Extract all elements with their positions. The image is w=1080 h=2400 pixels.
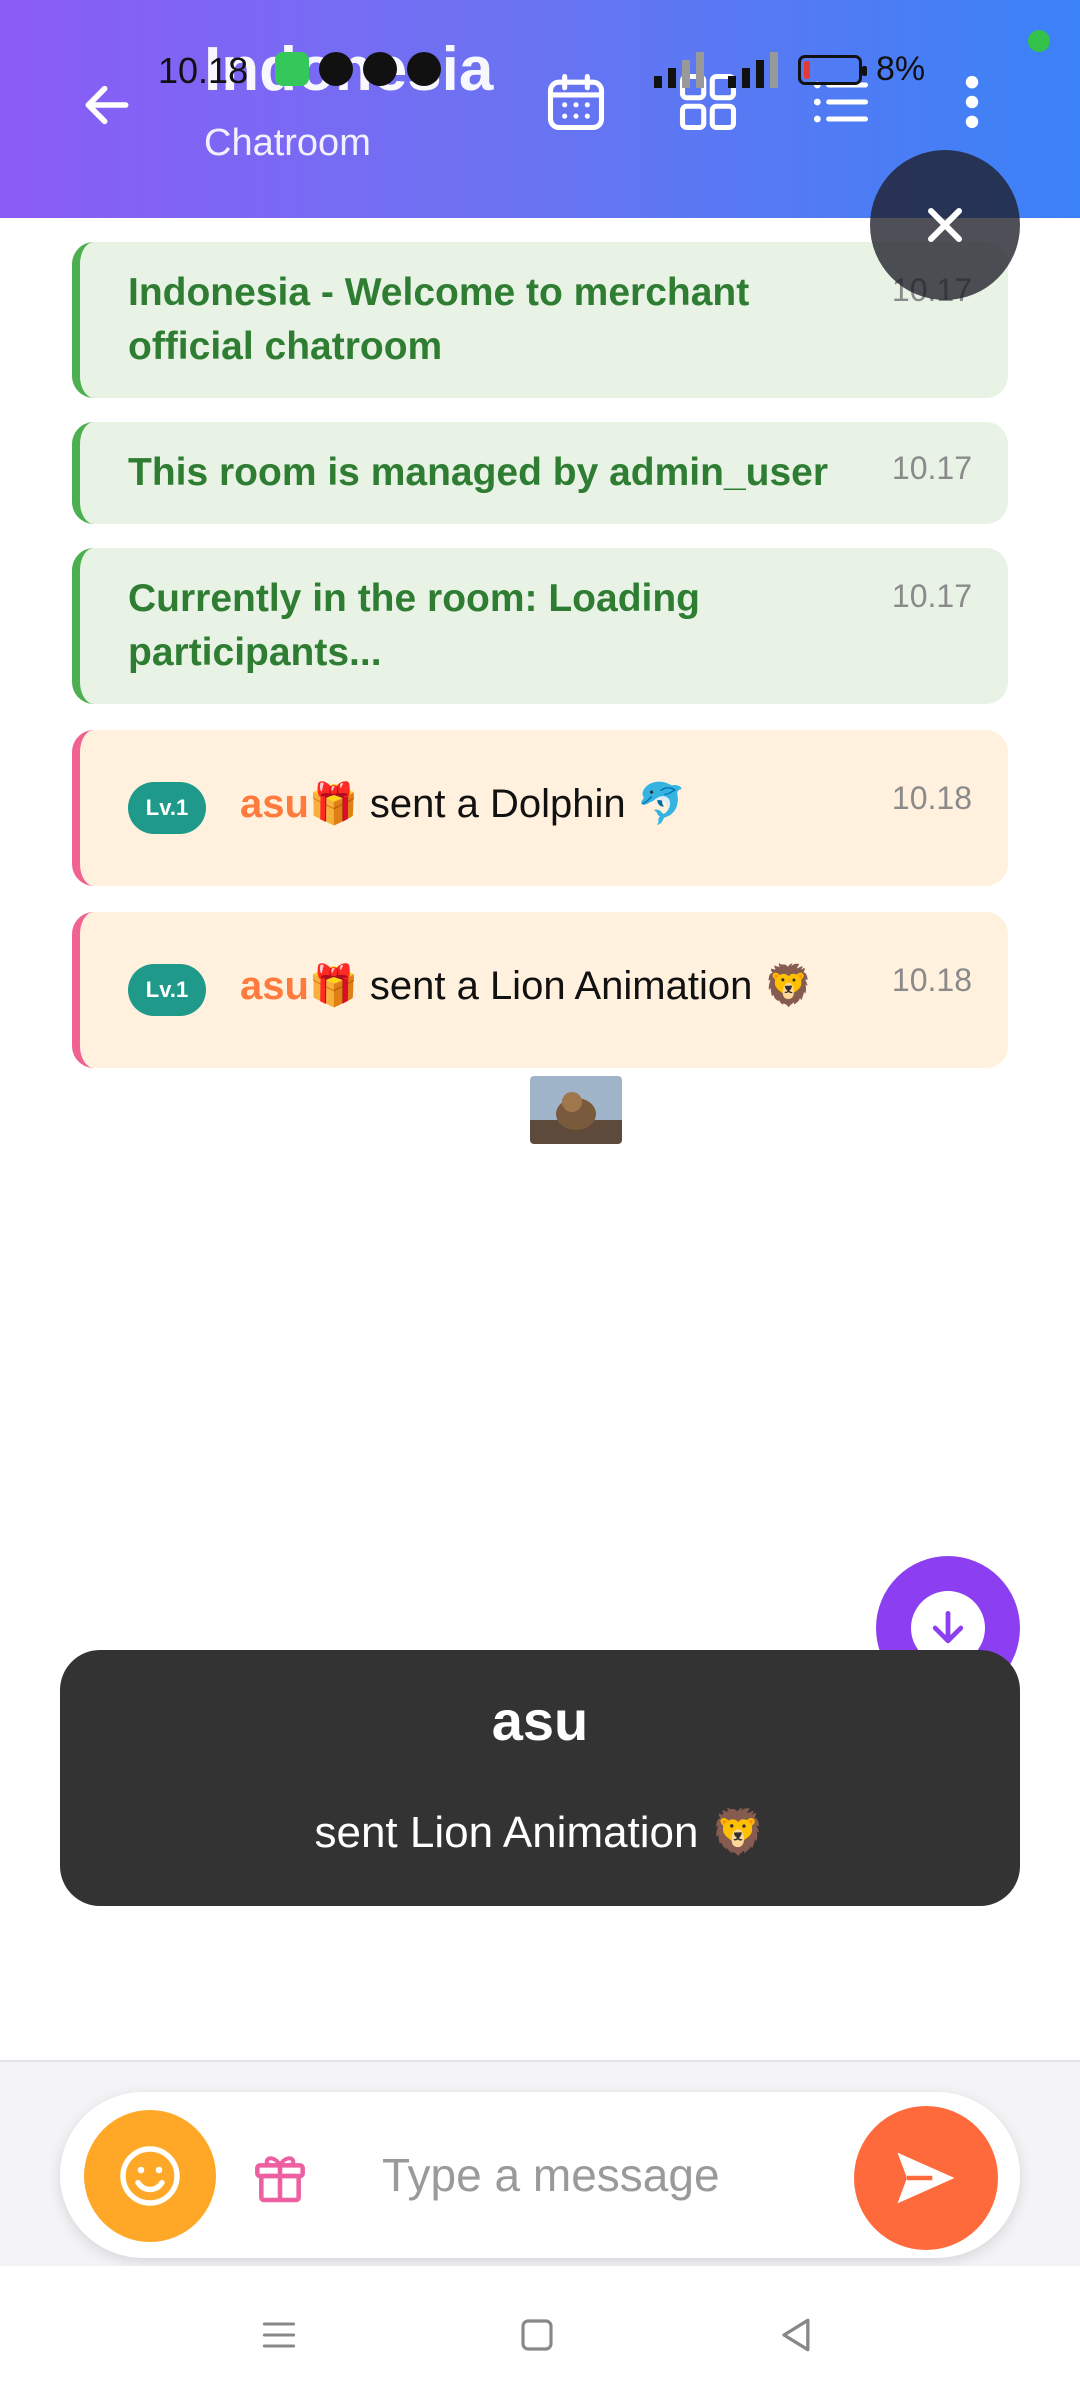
system-message: This room is managed by admin_user 10.17: [72, 422, 1008, 524]
back-triangle-icon: [782, 2318, 810, 2352]
battery-level: 8%: [876, 50, 926, 88]
chatroom-screen: Indonesia Chatroom: [0, 0, 1080, 2400]
gift-message: Lv.1 asu🎁 sent a Dolphin 🐬 10.18: [72, 730, 1008, 886]
message-text: This room is managed by admin_user: [128, 451, 829, 494]
recent-apps-button[interactable]: [244, 2300, 314, 2370]
notification-icons: [275, 52, 441, 86]
notification-icon: [319, 52, 353, 86]
message-time: 10.18: [891, 780, 972, 816]
lion-animation-image: [530, 1076, 622, 1144]
gift-message: Lv.1 asu🎁 sent a Lion Animation 🦁 10.18: [72, 912, 1008, 1068]
gift-toast: asu sent Lion Animation 🦁: [60, 1650, 1020, 1906]
emoji-button[interactable]: [84, 2110, 216, 2242]
message-text: Currently in the room: Loading participa…: [128, 577, 700, 674]
signal-icon: [654, 51, 704, 88]
system-icons: 8%: [650, 50, 925, 89]
gift-text: asu🎁 sent a Dolphin 🐬: [240, 780, 687, 827]
battery-icon: [798, 54, 867, 85]
system-navigation-bar: [0, 2266, 1080, 2400]
notification-icon: [363, 52, 397, 86]
close-icon: [928, 208, 962, 242]
level-badge: Lv.1: [128, 964, 206, 1016]
home-square-icon: [521, 2319, 553, 2351]
gift-button[interactable]: [242, 2138, 318, 2214]
arrow-down-icon: [932, 1610, 964, 1644]
system-message: Currently in the room: Loading participa…: [72, 548, 1008, 704]
signal-icon: [728, 51, 778, 88]
close-button[interactable]: [870, 150, 1020, 300]
menu-icon: [262, 2322, 296, 2348]
send-icon: [897, 2152, 955, 2204]
gift-action: sent a Dolphin 🐬: [369, 782, 687, 826]
privacy-indicator: [1028, 30, 1050, 52]
message-notification-icon: [275, 52, 309, 86]
username[interactable]: asu🎁: [240, 964, 359, 1008]
home-button[interactable]: [502, 2300, 572, 2370]
message-composer: [0, 2060, 1080, 2266]
send-button[interactable]: [854, 2106, 998, 2250]
notification-icon: [407, 52, 441, 86]
gift-action: sent a Lion Animation 🦁: [369, 964, 814, 1008]
message-input[interactable]: [382, 2132, 862, 2218]
level-badge: Lv.1: [128, 782, 206, 834]
toast-message: sent Lion Animation 🦁: [314, 1808, 766, 1857]
status-time: 10.18: [158, 50, 249, 91]
gift-icon: [255, 2156, 305, 2203]
page-subtitle: Chatroom: [204, 122, 371, 164]
composer-pill: [60, 2092, 1020, 2258]
system-message: Indonesia - Welcome to merchant official…: [72, 242, 1008, 398]
back-nav-button[interactable]: [760, 2300, 830, 2370]
message-time: 10.17: [891, 578, 972, 614]
username[interactable]: asu🎁: [240, 782, 359, 826]
toast-username: asu: [491, 1689, 589, 1752]
gift-text: asu🎁 sent a Lion Animation 🦁: [240, 962, 813, 1009]
message-time: 10.18: [891, 962, 972, 998]
message-time: 10.17: [891, 450, 972, 486]
status-bar: 10.18 8%: [0, 44, 1080, 100]
smiley-icon: [120, 2146, 180, 2206]
message-text: Indonesia - Welcome to merchant official…: [128, 271, 750, 368]
